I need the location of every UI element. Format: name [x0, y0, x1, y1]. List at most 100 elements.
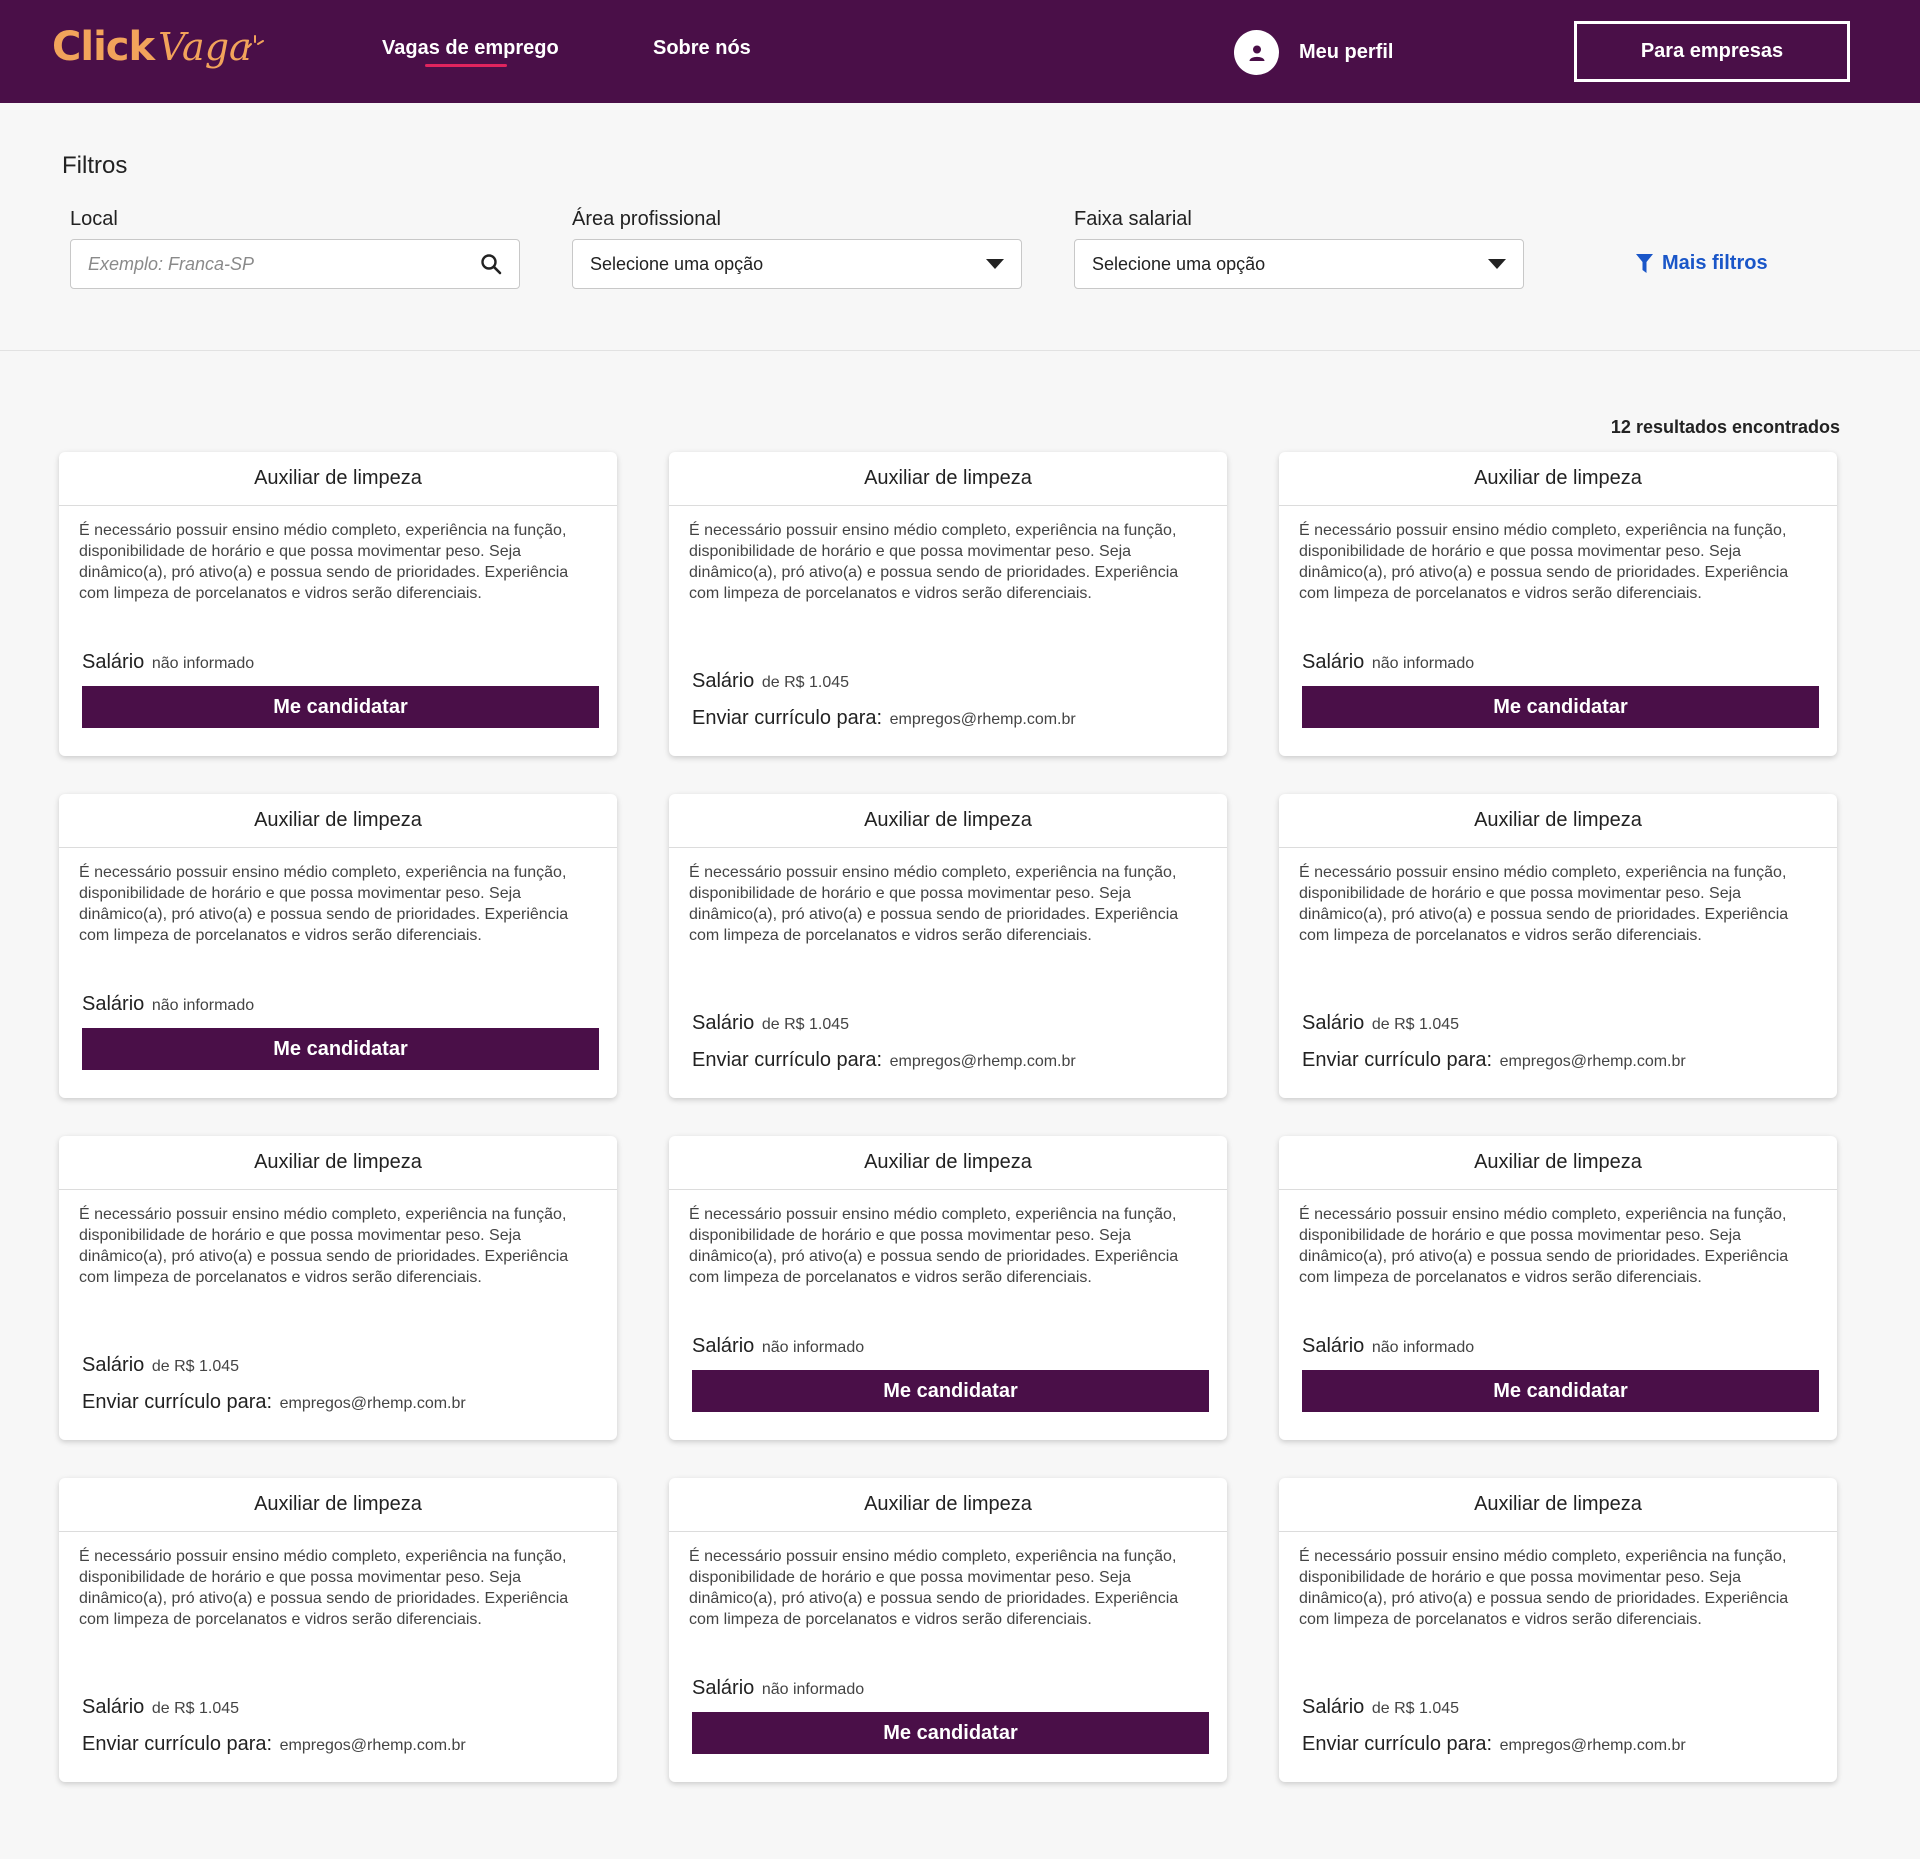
salary-value: não informado: [151, 997, 255, 1014]
chevron-down-icon: [986, 259, 1004, 269]
job-title: Auxiliar de limpeza: [1279, 452, 1837, 506]
nav-about-us[interactable]: Sobre nós: [653, 37, 751, 60]
salary-value: não informado: [151, 655, 255, 672]
apply-button[interactable]: Me candidatar: [1302, 686, 1819, 728]
resume-email[interactable]: empregos@rhemp.com.br: [890, 1053, 1076, 1070]
section-divider: [0, 350, 1920, 351]
resume-email-label: Enviar currículo para:: [1302, 1733, 1493, 1755]
salary-label: Salário: [1302, 1012, 1365, 1034]
salary-row: Salário não informado: [692, 1335, 1209, 1358]
job-description: É necessário possuir ensino médio comple…: [689, 1548, 1179, 1628]
job-card: Auxiliar de limpeza É necessário possuir…: [669, 1478, 1227, 1782]
resume-email-row: Enviar currículo para: empregos@rhemp.co…: [1302, 1733, 1819, 1756]
salary-value: não informado: [761, 1681, 865, 1698]
results-count: 12 resultados encontrados: [1610, 417, 1840, 437]
apply-button[interactable]: Me candidatar: [1302, 1370, 1819, 1412]
location-label: Local: [70, 208, 118, 230]
filter-icon: [1636, 254, 1653, 273]
salary-label: Salário: [1302, 651, 1365, 673]
job-card: Auxiliar de limpeza É necessário possuir…: [1279, 1478, 1837, 1782]
nav-job-openings[interactable]: Vagas de emprego: [382, 37, 559, 60]
salary-value: não informado: [761, 1339, 865, 1356]
more-filters-label: Mais filtros: [1662, 252, 1768, 274]
chevron-down-icon: [1488, 259, 1506, 269]
user-icon: [1249, 45, 1264, 61]
salary-row: Salário não informado: [1302, 651, 1819, 674]
job-title: Auxiliar de limpeza: [59, 1478, 617, 1532]
resume-email[interactable]: empregos@rhemp.com.br: [280, 1395, 466, 1412]
job-title: Auxiliar de limpeza: [59, 452, 617, 506]
salary-row: Salário de R$ 1.045: [1302, 1012, 1819, 1035]
salary-value: não informado: [1371, 655, 1475, 672]
clickvaga-logo[interactable]: Click Vaga: [52, 24, 264, 74]
job-card: Auxiliar de limpeza É necessário possuir…: [59, 452, 617, 756]
salary-label: Salário: [82, 651, 145, 673]
job-description: É necessário possuir ensino médio comple…: [689, 522, 1179, 602]
apply-button[interactable]: Me candidatar: [82, 1028, 599, 1070]
resume-email[interactable]: empregos@rhemp.com.br: [1500, 1053, 1686, 1070]
resume-email[interactable]: empregos@rhemp.com.br: [890, 711, 1076, 728]
resume-email-label: Enviar currículo para:: [82, 1391, 273, 1413]
apply-button[interactable]: Me candidatar: [692, 1712, 1209, 1754]
job-title: Auxiliar de limpeza: [669, 1478, 1227, 1532]
resume-email-row: Enviar currículo para: empregos@rhemp.co…: [82, 1391, 599, 1414]
job-description: É necessário possuir ensino médio comple…: [689, 1206, 1179, 1286]
salary-label: Salário: [692, 670, 755, 692]
job-title: Auxiliar de limpeza: [59, 794, 617, 848]
job-description: É necessário possuir ensino médio comple…: [79, 864, 569, 944]
resume-email[interactable]: empregos@rhemp.com.br: [280, 1737, 466, 1754]
job-description: É necessário possuir ensino médio comple…: [1299, 864, 1789, 944]
resume-email-row: Enviar currículo para: empregos@rhemp.co…: [692, 707, 1209, 730]
job-description: É necessário possuir ensino médio comple…: [1299, 1206, 1789, 1286]
salary-row: Salário não informado: [82, 651, 599, 674]
salary-label: Salário: [1302, 1696, 1365, 1718]
profile-label: Meu perfil: [1299, 41, 1394, 63]
salary-range-select[interactable]: Selecione uma opção: [1074, 239, 1524, 289]
salary-value: de R$ 1.045: [151, 1358, 240, 1375]
salary-value: de R$ 1.045: [761, 674, 850, 691]
salary-label: Salário: [82, 993, 145, 1015]
job-card: Auxiliar de limpeza É necessário possuir…: [1279, 794, 1837, 1098]
job-title: Auxiliar de limpeza: [59, 1136, 617, 1190]
job-description: É necessário possuir ensino médio comple…: [689, 864, 1179, 944]
for-companies-button[interactable]: Para empresas: [1574, 21, 1850, 82]
resume-email-label: Enviar currículo para:: [82, 1733, 273, 1755]
salary-label: Salário: [82, 1696, 145, 1718]
area-select[interactable]: Selecione uma opção: [572, 239, 1022, 289]
salary-value: de R$ 1.045: [761, 1016, 850, 1033]
job-title: Auxiliar de limpeza: [669, 794, 1227, 848]
search-icon[interactable]: [480, 253, 502, 275]
job-title: Auxiliar de limpeza: [1279, 1478, 1837, 1532]
resume-email[interactable]: empregos@rhemp.com.br: [1500, 1737, 1686, 1754]
location-placeholder: Exemplo: Franca-SP: [88, 253, 255, 274]
job-description: É necessário possuir ensino médio comple…: [79, 1548, 569, 1628]
salary-row: Salário de R$ 1.045: [1302, 1696, 1819, 1719]
job-card: Auxiliar de limpeza É necessário possuir…: [1279, 452, 1837, 756]
salary-row: Salário de R$ 1.045: [82, 1354, 599, 1377]
apply-button[interactable]: Me candidatar: [692, 1370, 1209, 1412]
nav-active-indicator: [425, 64, 507, 67]
filters-title: Filtros: [62, 152, 128, 179]
salary-label: Salário: [1302, 1335, 1365, 1357]
job-card: Auxiliar de limpeza É necessário possuir…: [59, 794, 617, 1098]
job-description: É necessário possuir ensino médio comple…: [79, 1206, 569, 1286]
job-description: É necessário possuir ensino médio comple…: [79, 522, 569, 602]
resume-email-label: Enviar currículo para:: [692, 707, 883, 729]
avatar: [1234, 30, 1279, 75]
more-filters-button[interactable]: Mais filtros: [1636, 252, 1768, 275]
salary-range-label: Faixa salarial: [1074, 208, 1192, 230]
logo-spark-icon: [247, 35, 264, 48]
job-card: Auxiliar de limpeza É necessário possuir…: [669, 1136, 1227, 1440]
location-input[interactable]: Exemplo: Franca-SP: [70, 239, 520, 289]
job-card: Auxiliar de limpeza É necessário possuir…: [59, 1478, 617, 1782]
apply-button[interactable]: Me candidatar: [82, 686, 599, 728]
salary-row: Salário não informado: [692, 1677, 1209, 1700]
top-navbar: Click Vaga Vagas de emprego Sobre nós Me…: [0, 0, 1920, 103]
profile-link[interactable]: Meu perfil: [1234, 30, 1393, 75]
resume-email-label: Enviar currículo para:: [1302, 1049, 1493, 1071]
resume-email-row: Enviar currículo para: empregos@rhemp.co…: [82, 1733, 599, 1756]
salary-value: de R$ 1.045: [1371, 1016, 1460, 1033]
area-label: Área profissional: [572, 208, 721, 230]
resume-email-row: Enviar currículo para: empregos@rhemp.co…: [1302, 1049, 1819, 1072]
salary-label: Salário: [82, 1354, 145, 1376]
